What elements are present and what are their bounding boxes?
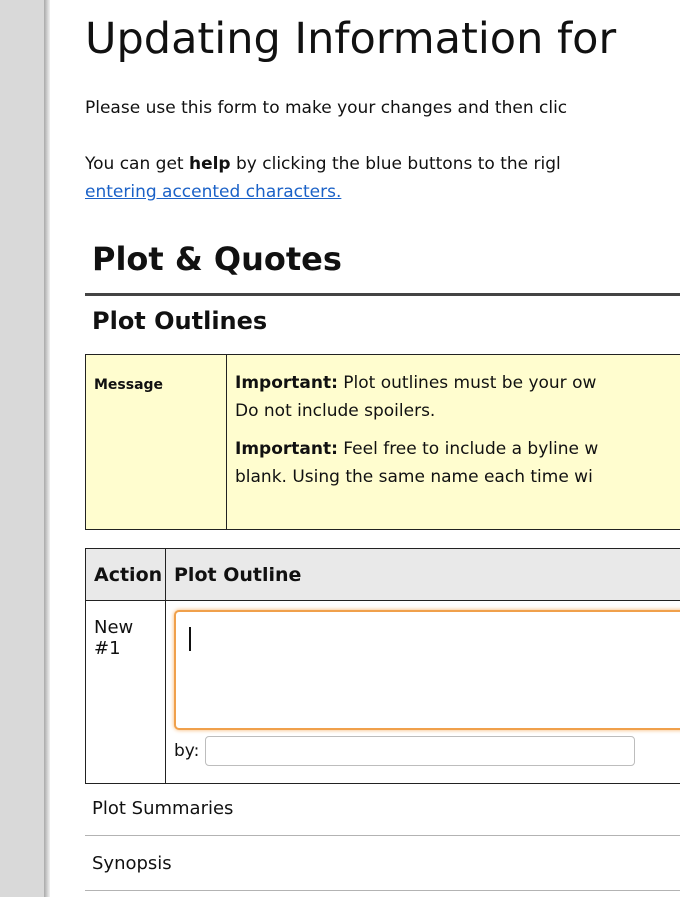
help-text-pre: You can get	[85, 154, 189, 174]
page-title: Updating Information for	[85, 14, 617, 64]
plot-outline-cell: by:	[165, 600, 680, 784]
message-box: Message Important: Plot outlines must be…	[85, 354, 680, 530]
plot-summaries-section[interactable]: Plot Summaries	[85, 782, 680, 836]
message-label: Message	[85, 354, 227, 530]
help-text-bold: help	[188, 154, 231, 174]
left-gutter	[0, 0, 44, 897]
byline-label: by:	[174, 741, 200, 761]
message-para-1-text: Plot outlines must be your ow	[337, 373, 597, 393]
row-action-label: New #1	[85, 600, 166, 784]
plot-outline-table: Action Plot Outline New #1 by:	[85, 548, 680, 784]
synopsis-section[interactable]: Synopsis	[85, 837, 680, 891]
message-para-2: Important: Feel free to include a byline…	[235, 435, 680, 491]
text-caret	[189, 627, 191, 651]
subsection-title: Plot Outlines	[92, 307, 268, 335]
message-para-1-bold: Important:	[235, 373, 338, 393]
header-plot-outline: Plot Outline	[165, 548, 680, 601]
byline-input[interactable]	[205, 736, 636, 766]
header-action: Action	[85, 548, 166, 601]
plot-outline-textarea[interactable]	[174, 610, 680, 730]
message-para-2-bold: Important:	[235, 439, 338, 459]
message-para-2-text: Feel free to include a byline w	[337, 439, 599, 459]
section-title: Plot & Quotes	[92, 240, 342, 278]
help-text-post: by clicking the blue buttons to the rigl	[230, 154, 561, 174]
help-text: You can get help by clicking the blue bu…	[85, 150, 561, 206]
table-header-row: Action Plot Outline	[85, 548, 680, 601]
message-para-1-text-2: Do not include spoilers.	[235, 401, 436, 421]
intro-text: Please use this form to make your change…	[85, 98, 568, 118]
accented-characters-link[interactable]: entering accented characters.	[85, 182, 341, 202]
message-para-1: Important: Plot outlines must be your ow…	[235, 369, 680, 425]
table-row: New #1 by:	[85, 600, 680, 784]
message-body: Important: Plot outlines must be your ow…	[226, 354, 680, 530]
message-para-2-text-2: blank. Using the same name each time wi	[235, 467, 593, 487]
byline-row: by:	[174, 736, 680, 766]
left-gutter-edge	[44, 0, 50, 897]
section-divider	[85, 293, 680, 296]
